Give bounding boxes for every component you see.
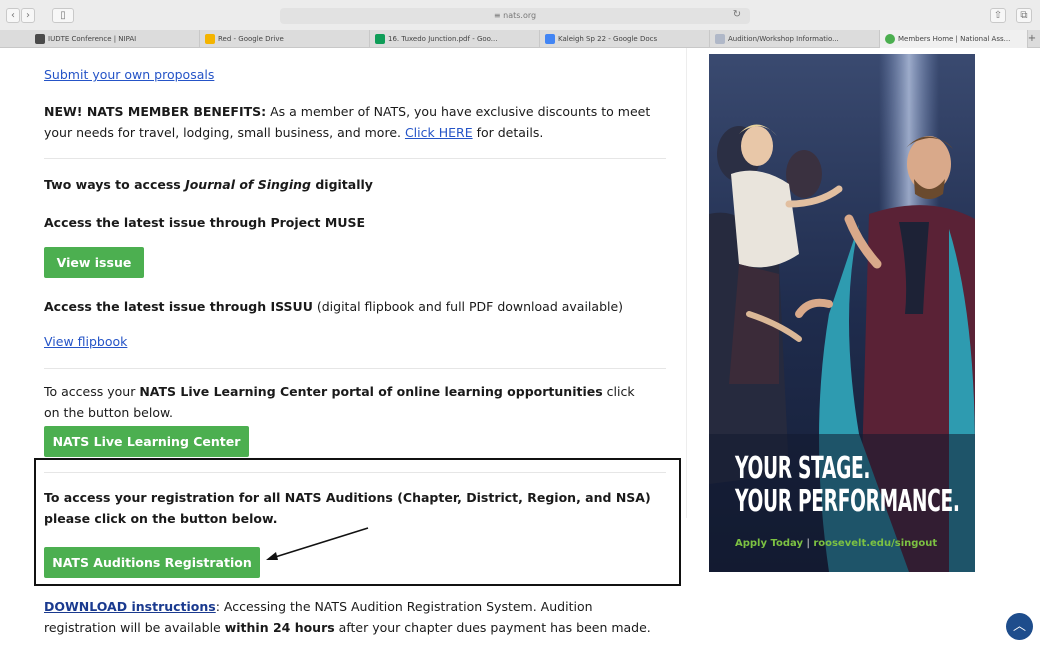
tab-6-active[interactable]: Members Home | National Ass... [880,30,1028,48]
drive-icon [375,34,385,44]
auditions-registration-button[interactable]: NATS Auditions Registration [44,547,260,578]
tab-bar: IUDTE Conference | NIPAI Red - Google Dr… [0,30,1040,48]
favicon-icon [35,34,45,44]
favicon-icon [885,34,895,44]
issuu-text: Access the latest issue through ISSUU (d… [44,299,624,314]
roosevelt-ad-banner[interactable]: YOUR STAGE. YOUR PERFORMANCE. Apply Toda… [709,54,975,572]
divider [44,158,666,159]
tab-2[interactable]: Red - Google Drive [200,30,370,48]
auditions-text: To access your registration for all NATS… [44,490,651,526]
journal-title: Journal of Singing [185,177,311,192]
ad-tagline: Apply Today | roosevelt.edu/singout [735,538,938,549]
view-flipbook-link[interactable]: View flipbook [44,334,127,349]
column-divider [686,48,687,518]
reload-icon[interactable]: ↻ [730,8,744,23]
share-icon[interactable]: ⇧ [990,8,1006,23]
sidebar-icon[interactable]: ▯ [52,8,74,23]
docs-icon [545,34,555,44]
url-text: nats.org [503,11,537,20]
submit-proposals-link[interactable]: Submit your own proposals [44,67,214,82]
submit-section: Submit your own proposals [44,64,669,85]
drive-icon [205,34,215,44]
download-instructions-link[interactable]: DOWNLOAD instructions [44,599,216,614]
tab-3[interactable]: 16. Tuxedo Junction.pdf - Goo... [370,30,540,48]
lock-icon: ≡ [493,11,501,20]
journal-heading: Two ways to access Journal of Singing di… [44,177,373,192]
tab-1[interactable]: IUDTE Conference | NIPAI [30,30,200,48]
live-learning-center-button[interactable]: NATS Live Learning Center [44,426,249,457]
tab-4[interactable]: Kaleigh Sp 22 - Google Docs [540,30,710,48]
divider [44,368,666,369]
address-bar[interactable]: ≡ nats.org [280,8,750,24]
ad-url: roosevelt.edu/singout [813,538,938,549]
ad-headline: YOUR STAGE. YOUR PERFORMANCE. [735,451,960,519]
ad-cta: Apply Today [735,538,803,549]
benefits-paragraph: NEW! NATS MEMBER BENEFITS: As a member o… [44,104,651,140]
llc-paragraph: To access your NATS Live Learning Center… [44,384,635,420]
forward-icon[interactable]: › [21,8,35,23]
chevron-up-icon: ︿ [1012,619,1026,634]
muse-text: Access the latest issue through Project … [44,215,366,230]
tabs-overview-icon[interactable]: ⧉ [1016,8,1032,23]
click-here-link[interactable]: Click HERE [405,125,473,140]
back-icon[interactable]: ‹ [6,8,20,23]
scroll-to-top-button[interactable]: ︿ [1006,613,1033,640]
new-tab-icon[interactable]: + [1026,30,1038,48]
tab-5[interactable]: Audition/Workshop Informatio... [710,30,880,48]
download-paragraph: DOWNLOAD instructions: Accessing the NAT… [44,599,651,635]
favicon-icon [715,34,725,44]
benefits-heading: NEW! NATS MEMBER BENEFITS: [44,104,267,119]
page-content: Submit your own proposals NEW! NATS MEMB… [0,48,1040,647]
flipbook-section: View flipbook [44,331,669,352]
arrow-annotation [266,527,369,560]
view-issue-button[interactable]: View issue [44,247,144,278]
browser-toolbar: ‹ › ▯ ◐ ≡ ≡ nats.org ↻ ⇧ ⧉ [0,0,1040,30]
